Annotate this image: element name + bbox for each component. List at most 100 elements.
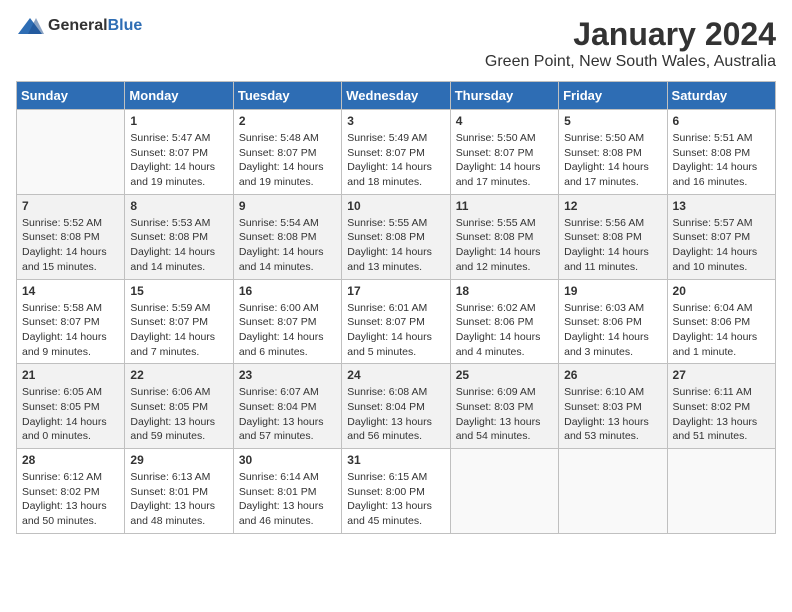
calendar-cell: 12Sunrise: 5:56 AM Sunset: 8:08 PM Dayli… <box>559 194 667 279</box>
day-number: 26 <box>564 368 661 382</box>
calendar-cell: 10 Sunrise: 5:55 AM Sunset: 8:08 PM Dayli… <box>342 194 450 279</box>
day-info: Sunrise: 6:12 AM Sunset: 8:02 PM Dayligh… <box>22 470 119 529</box>
page-subtitle: Green Point, New South Wales, Australia <box>485 53 776 71</box>
day-number: 5 <box>564 114 661 128</box>
logo-icon <box>16 16 44 36</box>
calendar-cell: 1Sunrise: 5:47 AM Sunset: 8:07 PM Daylig… <box>125 110 233 195</box>
day-number: 22 <box>130 368 227 382</box>
day-info: Sunrise: 5:57 AM Sunset: 8:07 PM Dayligh… <box>673 216 770 275</box>
calendar-week-row: 28 Sunrise: 6:12 AM Sunset: 8:02 PM Dayli… <box>17 449 776 534</box>
calendar-cell: 19 Sunrise: 6:03 AM Sunset: 8:06 PM Dayli… <box>559 279 667 364</box>
calendar-cell: 20 Sunrise: 6:04 AM Sunset: 8:06 PM Dayli… <box>667 279 775 364</box>
calendar-cell: 13 Sunrise: 5:57 AM Sunset: 8:07 PM Dayli… <box>667 194 775 279</box>
page-header: GeneralBlue January 2024 Green Point, Ne… <box>16 16 776 71</box>
day-info: Sunrise: 6:01 AM Sunset: 8:07 PM Dayligh… <box>347 301 444 360</box>
calendar-cell: 5Sunrise: 5:50 AM Sunset: 8:08 PM Daylig… <box>559 110 667 195</box>
day-number: 20 <box>673 284 770 298</box>
day-info: Sunrise: 5:54 AM Sunset: 8:08 PM Dayligh… <box>239 216 336 275</box>
day-number: 16 <box>239 284 336 298</box>
day-info: Sunrise: 6:09 AM Sunset: 8:03 PM Dayligh… <box>456 385 553 444</box>
logo-general: General <box>48 17 108 34</box>
calendar-cell: 11 Sunrise: 5:55 AM Sunset: 8:08 PM Dayli… <box>450 194 558 279</box>
calendar-cell: 23Sunrise: 6:07 AM Sunset: 8:04 PM Dayli… <box>233 364 341 449</box>
calendar-cell: 30 Sunrise: 6:14 AM Sunset: 8:01 PM Dayli… <box>233 449 341 534</box>
day-info: Sunrise: 6:07 AM Sunset: 8:04 PM Dayligh… <box>239 385 336 444</box>
day-info: Sunrise: 6:06 AM Sunset: 8:05 PM Dayligh… <box>130 385 227 444</box>
day-number: 30 <box>239 453 336 467</box>
day-number: 19 <box>564 284 661 298</box>
day-info: Sunrise: 6:02 AM Sunset: 8:06 PM Dayligh… <box>456 301 553 360</box>
day-number: 27 <box>673 368 770 382</box>
calendar-cell <box>667 449 775 534</box>
day-number: 31 <box>347 453 444 467</box>
day-number: 13 <box>673 199 770 213</box>
day-info: Sunrise: 5:55 AM Sunset: 8:08 PM Dayligh… <box>347 216 444 275</box>
title-block: January 2024 Green Point, New South Wale… <box>485 16 776 71</box>
calendar-cell: 17 Sunrise: 6:01 AM Sunset: 8:07 PM Dayli… <box>342 279 450 364</box>
day-number: 10 <box>347 199 444 213</box>
calendar-cell: 9Sunrise: 5:54 AM Sunset: 8:08 PM Daylig… <box>233 194 341 279</box>
calendar-cell: 24 Sunrise: 6:08 AM Sunset: 8:04 PM Dayli… <box>342 364 450 449</box>
day-info: Sunrise: 5:52 AM Sunset: 8:08 PM Dayligh… <box>22 216 119 275</box>
day-info: Sunrise: 5:59 AM Sunset: 8:07 PM Dayligh… <box>130 301 227 360</box>
logo: GeneralBlue <box>16 16 142 36</box>
day-info: Sunrise: 6:10 AM Sunset: 8:03 PM Dayligh… <box>564 385 661 444</box>
calendar-cell: 8Sunrise: 5:53 AM Sunset: 8:08 PM Daylig… <box>125 194 233 279</box>
calendar-week-row: 7 Sunrise: 5:52 AM Sunset: 8:08 PM Daylig… <box>17 194 776 279</box>
day-number: 15 <box>130 284 227 298</box>
calendar-cell: 31 Sunrise: 6:15 AM Sunset: 8:00 PM Dayli… <box>342 449 450 534</box>
calendar-header-saturday: Saturday <box>667 82 775 110</box>
calendar-cell: 18Sunrise: 6:02 AM Sunset: 8:06 PM Dayli… <box>450 279 558 364</box>
day-info: Sunrise: 6:05 AM Sunset: 8:05 PM Dayligh… <box>22 385 119 444</box>
calendar-cell: 4 Sunrise: 5:50 AM Sunset: 8:07 PM Daylig… <box>450 110 558 195</box>
calendar-cell: 7 Sunrise: 5:52 AM Sunset: 8:08 PM Daylig… <box>17 194 125 279</box>
logo-blue: Blue <box>108 17 143 34</box>
calendar-cell: 2Sunrise: 5:48 AM Sunset: 8:07 PM Daylig… <box>233 110 341 195</box>
day-number: 14 <box>22 284 119 298</box>
calendar: SundayMondayTuesdayWednesdayThursdayFrid… <box>16 81 776 534</box>
calendar-header-row: SundayMondayTuesdayWednesdayThursdayFrid… <box>17 82 776 110</box>
day-number: 25 <box>456 368 553 382</box>
calendar-cell: 22 Sunrise: 6:06 AM Sunset: 8:05 PM Dayli… <box>125 364 233 449</box>
day-info: Sunrise: 5:51 AM Sunset: 8:08 PM Dayligh… <box>673 131 770 190</box>
day-number: 11 <box>456 199 553 213</box>
day-number: 21 <box>22 368 119 382</box>
day-info: Sunrise: 6:15 AM Sunset: 8:00 PM Dayligh… <box>347 470 444 529</box>
calendar-cell: 25 Sunrise: 6:09 AM Sunset: 8:03 PM Dayli… <box>450 364 558 449</box>
day-info: Sunrise: 6:08 AM Sunset: 8:04 PM Dayligh… <box>347 385 444 444</box>
day-number: 3 <box>347 114 444 128</box>
day-number: 4 <box>456 114 553 128</box>
day-number: 28 <box>22 453 119 467</box>
day-info: Sunrise: 6:11 AM Sunset: 8:02 PM Dayligh… <box>673 385 770 444</box>
calendar-cell: 21 Sunrise: 6:05 AM Sunset: 8:05 PM Dayli… <box>17 364 125 449</box>
day-info: Sunrise: 5:50 AM Sunset: 8:07 PM Dayligh… <box>456 131 553 190</box>
day-number: 6 <box>673 114 770 128</box>
day-number: 24 <box>347 368 444 382</box>
day-info: Sunrise: 5:55 AM Sunset: 8:08 PM Dayligh… <box>456 216 553 275</box>
calendar-cell: 3Sunrise: 5:49 AM Sunset: 8:07 PM Daylig… <box>342 110 450 195</box>
calendar-cell <box>450 449 558 534</box>
day-info: Sunrise: 6:14 AM Sunset: 8:01 PM Dayligh… <box>239 470 336 529</box>
day-info: Sunrise: 5:48 AM Sunset: 8:07 PM Dayligh… <box>239 131 336 190</box>
calendar-cell: 15 Sunrise: 5:59 AM Sunset: 8:07 PM Dayli… <box>125 279 233 364</box>
calendar-header-tuesday: Tuesday <box>233 82 341 110</box>
calendar-cell <box>559 449 667 534</box>
day-info: Sunrise: 5:56 AM Sunset: 8:08 PM Dayligh… <box>564 216 661 275</box>
day-info: Sunrise: 6:04 AM Sunset: 8:06 PM Dayligh… <box>673 301 770 360</box>
day-info: Sunrise: 5:47 AM Sunset: 8:07 PM Dayligh… <box>130 131 227 190</box>
calendar-cell: 16 Sunrise: 6:00 AM Sunset: 8:07 PM Dayli… <box>233 279 341 364</box>
calendar-header-thursday: Thursday <box>450 82 558 110</box>
calendar-cell: 26 Sunrise: 6:10 AM Sunset: 8:03 PM Dayli… <box>559 364 667 449</box>
calendar-cell <box>17 110 125 195</box>
day-number: 7 <box>22 199 119 213</box>
calendar-header-friday: Friday <box>559 82 667 110</box>
calendar-header-sunday: Sunday <box>17 82 125 110</box>
calendar-header-monday: Monday <box>125 82 233 110</box>
day-info: Sunrise: 6:00 AM Sunset: 8:07 PM Dayligh… <box>239 301 336 360</box>
day-number: 17 <box>347 284 444 298</box>
calendar-cell: 6 Sunrise: 5:51 AM Sunset: 8:08 PM Daylig… <box>667 110 775 195</box>
day-info: Sunrise: 5:58 AM Sunset: 8:07 PM Dayligh… <box>22 301 119 360</box>
calendar-header-wednesday: Wednesday <box>342 82 450 110</box>
day-number: 8 <box>130 199 227 213</box>
day-info: Sunrise: 6:03 AM Sunset: 8:06 PM Dayligh… <box>564 301 661 360</box>
